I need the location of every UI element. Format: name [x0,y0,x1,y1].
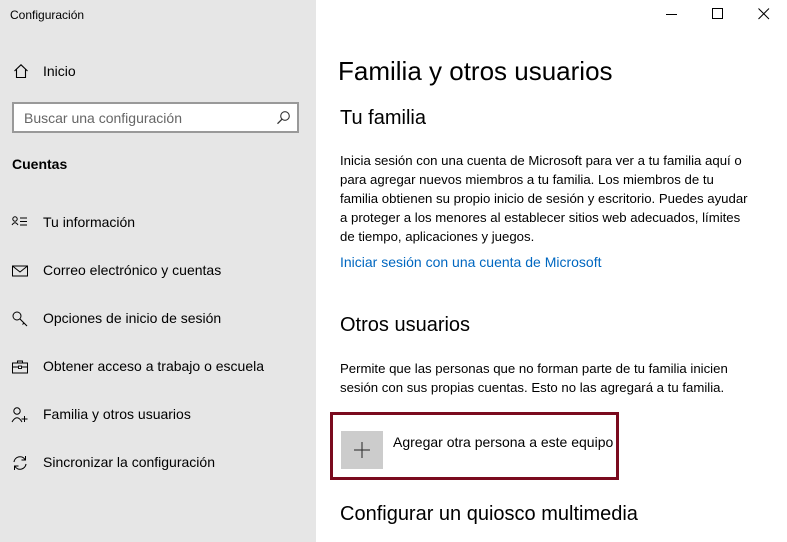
family-description-line: para agregar nuevos miembros a tu famili… [340,172,714,187]
section-label-accounts: Cuentas [12,156,68,172]
plus-tile [341,431,383,469]
family-description-line: a proteger a los menores al establecer s… [340,210,741,225]
family-description-line: familia obtienen su propio inicio de ses… [340,191,748,206]
family-heading: Tu familia [340,107,426,129]
main-content: Familia y otros usuarios Tu familia Inic… [316,0,787,542]
sidebar-item-label: Tu información [43,214,136,230]
close-icon [758,8,770,20]
other-users-description: Permite que las personas que no forman p… [340,359,770,397]
sidebar-item-label: Obtener acceso a trabajo o escuela [43,358,265,374]
sync-icon [11,454,29,472]
search-icon[interactable] [276,110,291,125]
person-add-icon [11,406,29,424]
sidebar-item-sign-in-options[interactable]: Opciones de inicio de sesión [0,301,316,337]
search-placeholder: Buscar una configuración [24,110,182,126]
plus-icon [354,442,370,458]
sidebar-item-label: Familia y otros usuarios [43,406,191,422]
briefcase-icon [11,358,29,376]
sidebar-item-family[interactable]: Familia y otros usuarios [0,397,316,433]
microsoft-sign-in-link[interactable]: Iniciar sesión con una cuenta de Microso… [340,254,601,270]
page-title: Familia y otros usuarios [338,56,613,86]
sidebar-item-label: Opciones de inicio de sesión [43,310,222,326]
search-input[interactable]: Buscar una configuración [12,102,299,133]
other-users-heading: Otros usuarios [340,314,471,336]
minimize-icon [666,14,677,15]
sidebar-item-work-school[interactable]: Obtener acceso a trabajo o escuela [0,349,316,385]
family-description: Inicia sesión con una cuenta de Microsof… [340,151,770,246]
user-card-icon [11,214,29,232]
sidebar-item-your-info[interactable]: Tu información [0,205,316,241]
sidebar: Configuración Inicio Buscar una configur… [0,0,316,542]
mail-icon [11,262,29,280]
home-label: Inicio [43,63,76,79]
sidebar-item-label: Correo electrónico y cuentas [43,262,222,278]
app-title: Configuración [10,8,85,22]
maximize-icon [712,8,723,19]
other-users-description-line: Permite que las personas que no forman p… [340,361,728,376]
close-button[interactable] [741,0,787,30]
maximize-button[interactable] [695,0,741,30]
other-users-description-line: sesión con sus propias cuentas. Esto no … [340,380,725,395]
family-description-line: de tiempo, aplicaciones y juegos. [340,229,535,244]
key-icon [11,310,29,328]
home-icon [13,63,29,79]
kiosk-heading: Configurar un quiosco multimedia [340,503,638,525]
sidebar-item-label: Sincronizar la configuración [43,454,215,470]
add-other-person-label: Agregar otra persona a este equipo [393,434,614,450]
family-description-line: Inicia sesión con una cuenta de Microsof… [340,153,742,168]
window-controls [649,0,787,30]
home-nav-item[interactable]: Inicio [0,56,316,88]
sidebar-item-sync[interactable]: Sincronizar la configuración [0,445,316,481]
add-other-person-button[interactable]: Agregar otra persona a este equipo [330,412,619,480]
minimize-button[interactable] [649,0,695,30]
sidebar-item-email[interactable]: Correo electrónico y cuentas [0,253,316,289]
